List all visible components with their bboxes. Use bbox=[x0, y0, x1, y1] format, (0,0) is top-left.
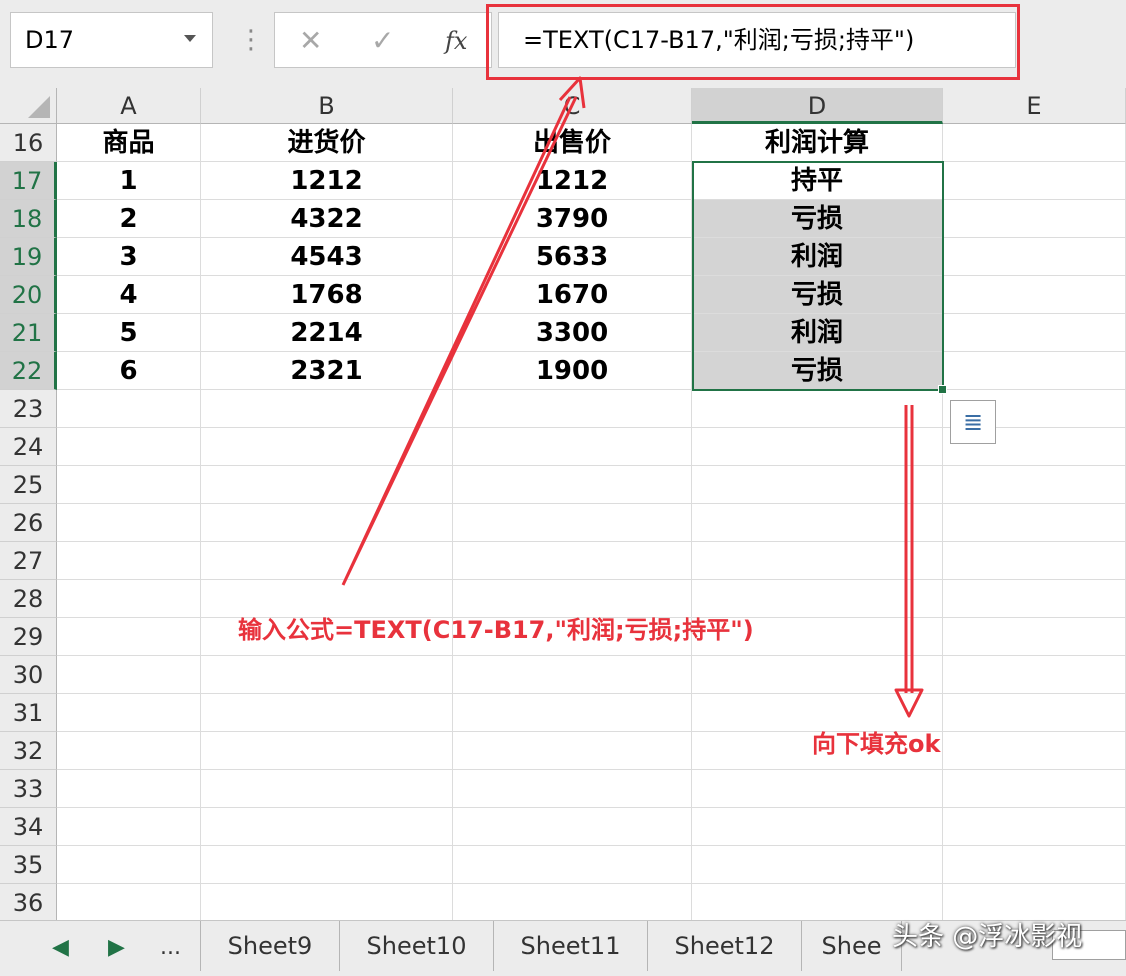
sheet-tab-sheet10[interactable]: Sheet10 bbox=[340, 921, 494, 971]
annotation-arrows bbox=[341, 76, 924, 718]
next-sheet-icon[interactable]: ▶ bbox=[108, 933, 125, 963]
sheet-tab-sheet11[interactable]: Sheet11 bbox=[494, 921, 648, 971]
down-arrow bbox=[904, 405, 914, 693]
formula-annotation: 输入公式=TEXT(C17-B17,"利润;亏损;持平") bbox=[238, 616, 754, 644]
down-arrow-head bbox=[894, 688, 924, 718]
more-sheets-button[interactable]: ... bbox=[160, 933, 181, 963]
prev-sheet-icon[interactable]: ◀ bbox=[52, 933, 69, 963]
sheet-tab-sheet12[interactable]: Sheet12 bbox=[648, 921, 802, 971]
up-arrow bbox=[341, 96, 578, 586]
sheet-tab-shee[interactable]: Shee bbox=[802, 921, 902, 971]
fill-annotation: 向下填充ok bbox=[812, 730, 941, 758]
watermark: 头条 @浮冰影视 bbox=[892, 922, 1083, 952]
sheet-tab-sheet9[interactable]: Sheet9 bbox=[200, 921, 340, 971]
